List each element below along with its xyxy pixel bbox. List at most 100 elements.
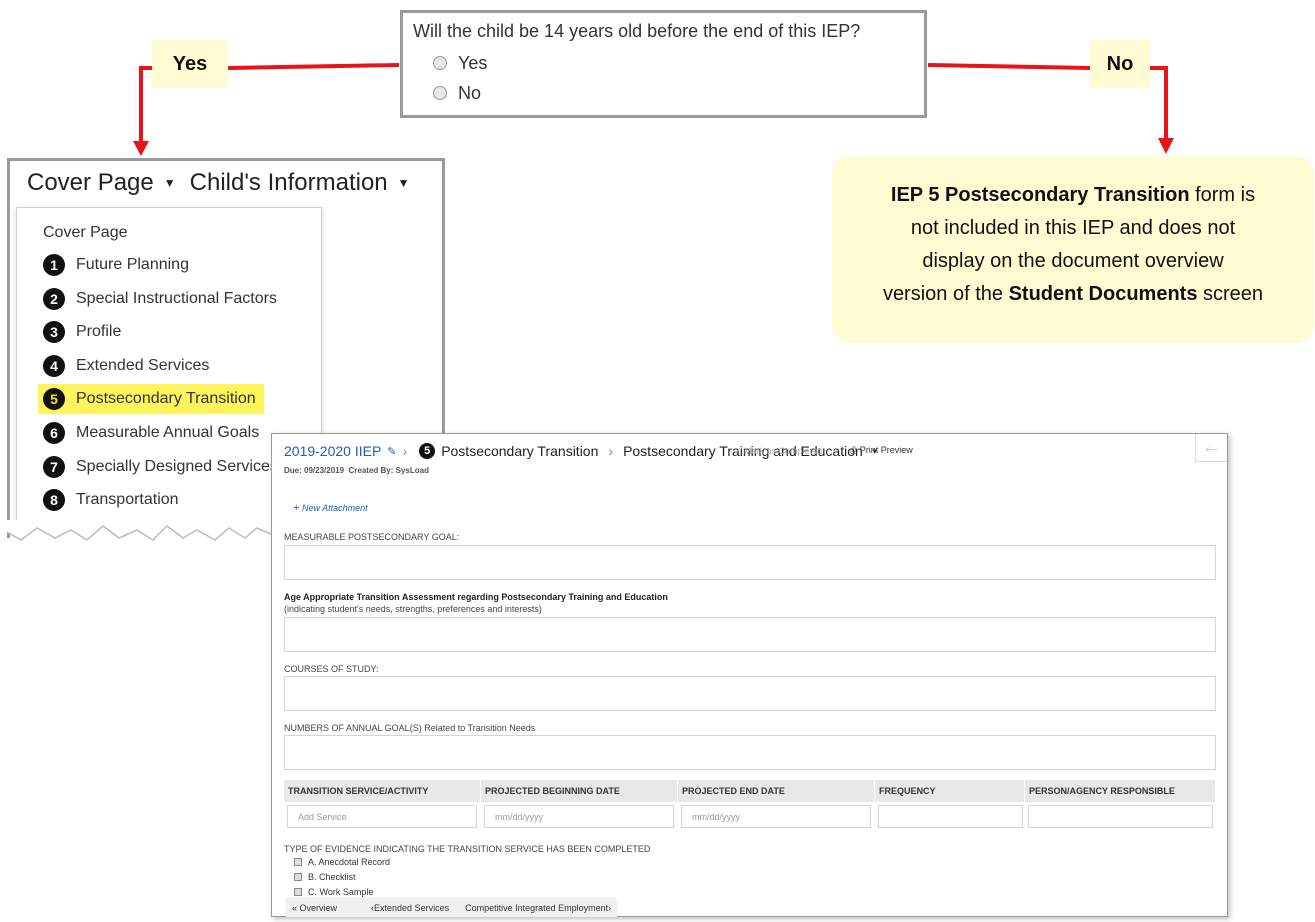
new-attachment-label: New Attachment xyxy=(301,503,368,513)
plus-icon: + xyxy=(293,502,300,514)
courses-input[interactable] xyxy=(284,676,1216,711)
end-date-input[interactable]: mm/dd/yyyy xyxy=(681,805,871,828)
add-service-input[interactable]: Add Service xyxy=(287,805,477,828)
no-callout-label: No xyxy=(1090,40,1150,88)
cover-page-tab[interactable]: Cover Page xyxy=(27,169,154,197)
menu-item-label: Extended Services xyxy=(76,357,210,374)
iep-title-link[interactable]: 2019-2020 IIEP xyxy=(284,443,381,459)
radio-no-label: No xyxy=(458,82,482,103)
note-text: display on the document overview xyxy=(922,250,1224,272)
menu-item-specially-designed-services[interactable]: 7 Specially Designed Services xyxy=(43,452,278,482)
print-preview-button[interactable]: ⎙ Print Preview xyxy=(850,445,913,456)
pencil-icon[interactable]: ✎ xyxy=(387,445,396,458)
goal-input[interactable] xyxy=(284,545,1216,580)
iep-meta: Due: 09/23/2019 Created By: SysLoad xyxy=(284,466,429,475)
note-text: version of the xyxy=(882,283,1009,305)
chevron-right-icon: › xyxy=(402,443,408,459)
evidence-option[interactable]: A. Anecdotal Record xyxy=(294,857,390,867)
menu-header: Cover Page ▼ Child's Information ▼ xyxy=(27,169,424,197)
checkbox[interactable] xyxy=(294,888,302,896)
radio-icon[interactable] xyxy=(433,86,447,100)
no-branch-note: IEP 5 Postsecondary Transition form is n… xyxy=(832,156,1314,343)
radio-yes-label: Yes xyxy=(458,52,488,73)
menu-item-cover-page[interactable]: Cover Page xyxy=(43,218,128,248)
created-by: Created By: SysLoad xyxy=(348,466,429,475)
note-text: form is xyxy=(1189,184,1256,206)
overview-nav-button[interactable]: « Overview xyxy=(292,903,337,913)
menu-item-label: Cover Page xyxy=(43,224,128,241)
iep-form-screen: 2019-2020 IIEP ✎ › 5 Postsecondary Trans… xyxy=(271,433,1228,917)
numbers-input[interactable] xyxy=(284,735,1216,770)
childs-information-tab[interactable]: Child's Information xyxy=(190,169,388,197)
printer-icon: ⎙ xyxy=(850,445,858,455)
chevron-down-icon[interactable]: ▼ xyxy=(398,176,410,190)
step-number-icon: 5 xyxy=(43,388,65,410)
step-number-icon: 1 xyxy=(43,254,65,276)
section-breadcrumb[interactable]: Postsecondary Transition xyxy=(441,443,598,459)
note-bold-form-name: IEP 5 Postsecondary Transition xyxy=(890,184,1190,206)
due-date: Due: 09/23/2019 xyxy=(284,466,345,475)
evidence-option-label: A. Anecdotal Record xyxy=(308,857,391,867)
table-header: PERSON/AGENCY RESPONSIBLE xyxy=(1025,780,1216,802)
person-agency-input[interactable] xyxy=(1028,805,1213,828)
checkbox[interactable] xyxy=(294,873,302,881)
step-number-icon: 5 xyxy=(419,443,436,459)
radio-no[interactable]: No xyxy=(433,78,914,108)
menu-item-extended-services[interactable]: 4 Extended Services xyxy=(43,351,209,381)
step-number-icon: 6 xyxy=(43,422,65,444)
menu-item-label: Transportation xyxy=(76,491,179,508)
step-number-icon: 3 xyxy=(43,321,65,343)
assessment-subtitle: (indicating student's needs, strengths, … xyxy=(284,604,542,614)
checkbox[interactable] xyxy=(294,858,302,866)
step-number-icon: 2 xyxy=(43,288,65,310)
prev-section-label: Extended Services xyxy=(374,903,450,913)
menu-item-label: Measurable Annual Goals xyxy=(76,424,260,441)
evidence-option[interactable]: C. Work Sample xyxy=(294,887,373,897)
radio-icon[interactable] xyxy=(433,56,447,70)
print-preview-label: Print Preview xyxy=(859,445,913,455)
frequency-input[interactable] xyxy=(878,805,1023,828)
question-box: Will the child be 14 years old before th… xyxy=(400,10,927,118)
evidence-option-label: C. Work Sample xyxy=(308,887,374,897)
menu-item-profile[interactable]: 3 Profile xyxy=(43,317,121,347)
mark-completed-label: Mark as Completed xyxy=(744,446,823,456)
note-text: not included in this IEP and does not xyxy=(910,217,1236,239)
new-attachment-link[interactable]: + New Attachment xyxy=(293,502,368,514)
menu-item-special-instructional-factors[interactable]: 2 Special Instructional Factors xyxy=(43,284,277,314)
assessment-input[interactable] xyxy=(284,617,1216,652)
menu-item-postsecondary-transition[interactable]: 5 Postsecondary Transition xyxy=(38,384,264,414)
table-header: FREQUENCY xyxy=(875,780,1025,802)
question-text: Will the child be 14 years old before th… xyxy=(413,21,861,41)
chevron-down-icon[interactable]: ▼ xyxy=(164,176,176,190)
menu-item-measurable-annual-goals[interactable]: 6 Measurable Annual Goals xyxy=(43,418,259,448)
numbers-label: NUMBERS OF ANNUAL GOAL(S) Related to Tra… xyxy=(284,723,536,733)
prev-section-button[interactable]: ‹Extended Services xyxy=(371,903,449,913)
menu-item-future-planning[interactable]: 1 Future Planning xyxy=(43,250,189,280)
yes-callout: Yes xyxy=(152,40,228,88)
overview-label: Overview xyxy=(299,903,338,913)
note-bold-screen-name: Student Documents xyxy=(1008,283,1198,305)
back-arrow-icon[interactable]: ← xyxy=(1195,434,1227,462)
evidence-label: TYPE OF EVIDENCE INDICATING THE TRANSITI… xyxy=(284,844,651,854)
evidence-option-label: B. Checklist xyxy=(308,872,356,882)
courses-label: COURSES OF STUDY: xyxy=(284,664,379,674)
menu-item-label: Future Planning xyxy=(76,256,189,273)
begin-date-input[interactable]: mm/dd/yyyy xyxy=(484,805,674,828)
menu-item-label: Special Instructional Factors xyxy=(76,290,277,307)
next-section-button[interactable]: Competitive Integrated Employment› xyxy=(465,903,611,913)
evidence-option[interactable]: B. Checklist xyxy=(294,872,356,882)
note-text: screen xyxy=(1197,283,1264,305)
table-header: PROJECTED BEGINNING DATE xyxy=(481,780,678,802)
menu-item-transportation[interactable]: 8 Transportation xyxy=(43,485,179,515)
chevron-right-icon: › xyxy=(608,443,614,459)
torn-edge xyxy=(7,520,271,541)
step-number-icon: 8 xyxy=(43,489,65,511)
table-header: TRANSITION SERVICE/ACTIVITY xyxy=(284,780,481,802)
radio-yes[interactable]: Yes xyxy=(433,48,914,78)
goal-label: MEASURABLE POSTSECONDARY GOAL: xyxy=(284,532,460,542)
menu-item-label: Specially Designed Services xyxy=(76,458,278,475)
mark-completed-button[interactable]: ✓ Mark as Completed xyxy=(734,446,822,457)
table-header: PROJECTED END DATE xyxy=(678,780,875,802)
footer-nav: « Overview ‹Extended Services Competitiv… xyxy=(286,899,618,917)
next-section-label: Competitive Integrated Employment xyxy=(465,903,609,913)
